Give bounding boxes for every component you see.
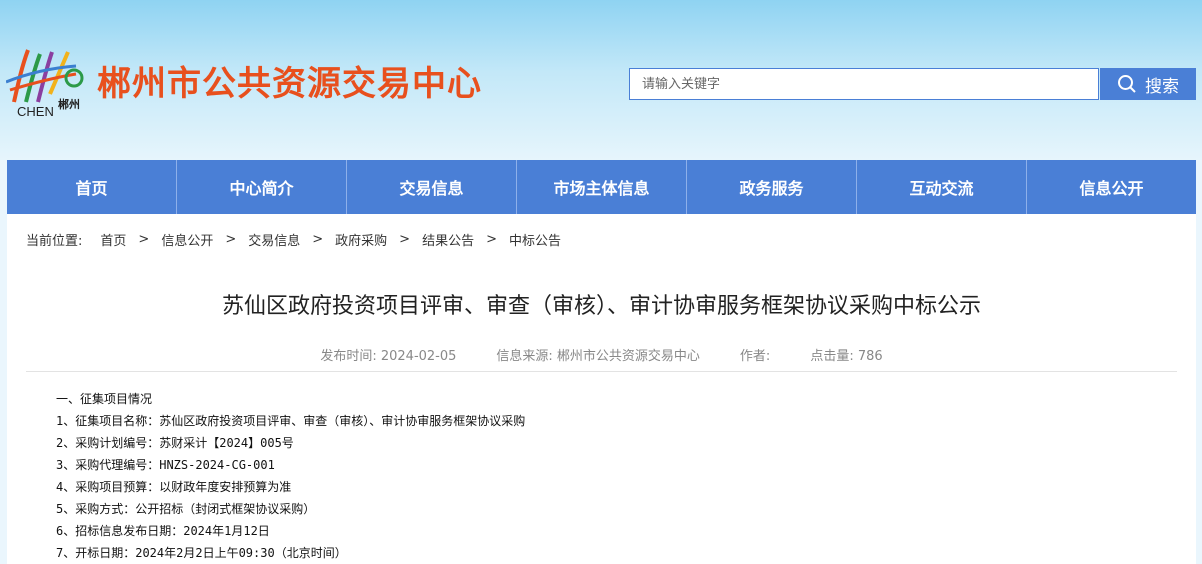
article-title: 苏仙区政府投资项目评审、审查（审核）、审计协审服务框架协议采购中标公示 — [221, 294, 981, 319]
nav-item-interaction[interactable]: 互动交流 — [857, 160, 1027, 214]
article-line: 5、采购方式：公开招标（封闭式框架协议采购） — [56, 502, 316, 516]
article-line: 6、招标信息发布日期：2024年1月12日 — [56, 524, 270, 538]
breadcrumb-label: 当前位置: — [26, 234, 83, 249]
search-input[interactable] — [629, 68, 1099, 100]
breadcrumb: 当前位置: 首页 > 信息公开 > 交易信息 > 政府采购 > 结果公告 > 中… — [26, 230, 561, 249]
breadcrumb-separator: > — [399, 232, 411, 247]
breadcrumb-item-award-notice[interactable]: 中标公告 — [509, 230, 561, 249]
breadcrumb-separator: > — [138, 232, 150, 247]
logo-text-cn: 郴州 — [58, 98, 80, 111]
breadcrumb-separator: > — [225, 232, 237, 247]
article-line: 1、征集项目名称：苏仙区政府投资项目评审、审查（审核）、审计协审服务框架协议采购 — [56, 414, 526, 428]
nav-item-gov-services[interactable]: 政务服务 — [687, 160, 857, 214]
article-line: 3、采购代理编号：HNZS-2024-CG-001 — [56, 458, 275, 472]
article-line: 2、采购计划编号：苏财采计【2024】005号 — [56, 436, 294, 450]
view-count: 点击量: 786 — [810, 349, 883, 364]
content-area: 当前位置: 首页 > 信息公开 > 交易信息 > 政府采购 > 结果公告 > 中… — [7, 214, 1196, 564]
breadcrumb-item-home[interactable]: 首页 — [100, 230, 126, 249]
nav-item-about[interactable]: 中心简介 — [177, 160, 347, 214]
nav-item-info-disclosure[interactable]: 信息公开 — [1027, 160, 1196, 214]
search-icon — [1118, 75, 1136, 93]
search-button-label: 搜索 — [1145, 76, 1179, 97]
breadcrumb-item-info-disclosure[interactable]: 信息公开 — [161, 230, 213, 249]
breadcrumb-item-gov-procurement[interactable]: 政府采购 — [335, 230, 387, 249]
author: 作者: — [739, 349, 771, 364]
nav-item-market-entities[interactable]: 市场主体信息 — [517, 160, 687, 214]
info-source: 信息来源: 郴州市公共资源交易中心 — [496, 349, 700, 364]
header: 郴州 CHEN 郴州市公共资源交易中心 搜索 — [0, 0, 1202, 160]
article-body: 一、征集项目情况 1、征集项目名称：苏仙区政府投资项目评审、审查（审核）、审计协… — [56, 388, 525, 564]
site-title[interactable]: 郴州市公共资源交易中心 — [97, 64, 482, 104]
logo-text-en: CHEN — [17, 104, 54, 119]
article-line: 4、采购项目预算：以财政年度安排预算为准 — [56, 480, 292, 494]
breadcrumb-separator: > — [312, 232, 324, 247]
article-meta: 发布时间: 2024-02-05 信息来源: 郴州市公共资源交易中心 作者: 点… — [7, 345, 1196, 364]
publish-date: 发布时间: 2024-02-05 — [320, 349, 457, 364]
search-button[interactable]: 搜索 — [1100, 68, 1196, 100]
article-line: 7、开标日期：2024年2月2日上午09:30（北京时间） — [56, 546, 347, 560]
divider — [26, 371, 1177, 372]
main-nav: 首页 中心简介 交易信息 市场主体信息 政务服务 互动交流 信息公开 — [7, 160, 1196, 214]
breadcrumb-item-result-notice[interactable]: 结果公告 — [422, 230, 474, 249]
nav-item-trading-info[interactable]: 交易信息 — [347, 160, 517, 214]
breadcrumb-item-trading-info[interactable]: 交易信息 — [248, 230, 300, 249]
breadcrumb-separator: > — [486, 232, 497, 247]
article-line: 一、征集项目情况 — [56, 392, 153, 406]
nav-item-home[interactable]: 首页 — [7, 160, 177, 214]
